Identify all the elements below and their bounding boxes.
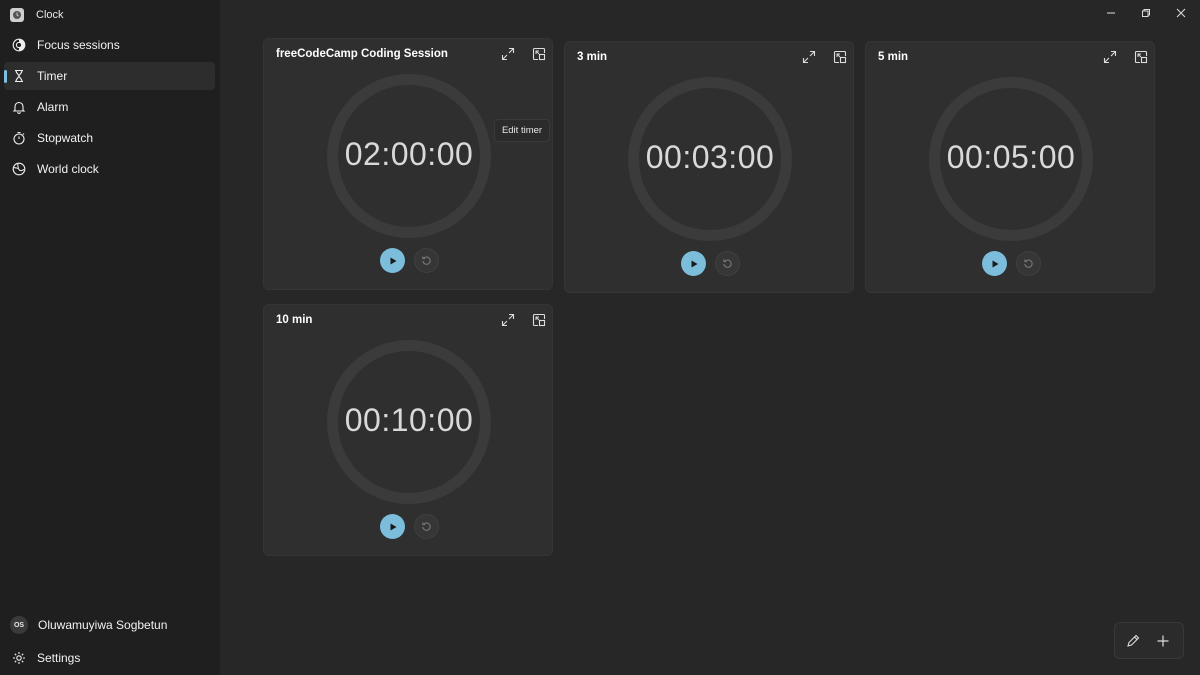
settings-button[interactable]: Settings bbox=[4, 644, 215, 672]
play-button[interactable] bbox=[982, 251, 1007, 276]
sidebar-item-alarm[interactable]: Alarm bbox=[4, 93, 215, 121]
keep-on-top-button[interactable] bbox=[1132, 48, 1150, 66]
picture-in-picture-icon bbox=[1134, 50, 1148, 64]
timer-card[interactable]: 3 min 00:03:00 bbox=[564, 41, 854, 293]
close-button[interactable] bbox=[1164, 0, 1198, 26]
edit-timer-tooltip: Edit timer bbox=[494, 119, 550, 142]
timer-time: 00:05:00 bbox=[946, 139, 1076, 175]
sidebar: Clock Focus sessions Timer Alarm Stopwat… bbox=[0, 0, 220, 675]
minimize-icon bbox=[1107, 12, 1115, 14]
picture-in-picture-icon bbox=[532, 313, 546, 327]
sidebar-item-stopwatch[interactable]: Stopwatch bbox=[4, 124, 215, 152]
avatar: OS bbox=[10, 616, 28, 634]
play-icon bbox=[390, 523, 396, 530]
reset-icon bbox=[1024, 259, 1033, 268]
expand-button[interactable] bbox=[499, 45, 517, 63]
timer-card[interactable]: 10 min 00:10:00 bbox=[263, 304, 553, 556]
reset-icon bbox=[422, 522, 431, 531]
sidebar-item-label: Timer bbox=[37, 69, 68, 83]
reset-button[interactable] bbox=[414, 514, 439, 539]
picture-in-picture-icon bbox=[833, 50, 847, 64]
play-button[interactable] bbox=[380, 514, 405, 539]
sidebar-item-label: World clock bbox=[37, 162, 99, 176]
plus-icon bbox=[1157, 635, 1169, 647]
gear-icon bbox=[13, 652, 25, 664]
active-indicator bbox=[4, 70, 7, 83]
edit-timers-button[interactable] bbox=[1124, 632, 1142, 650]
pencil-icon bbox=[1127, 634, 1140, 647]
expand-button[interactable] bbox=[499, 311, 517, 329]
stopwatch-icon bbox=[13, 131, 25, 145]
play-icon bbox=[992, 260, 998, 267]
timer-actions-bar bbox=[1114, 622, 1184, 659]
reset-icon bbox=[422, 256, 431, 265]
sidebar-item-focus-sessions[interactable]: Focus sessions bbox=[4, 31, 215, 59]
keep-on-top-button[interactable] bbox=[831, 48, 849, 66]
restore-button[interactable] bbox=[1129, 0, 1163, 26]
hourglass-icon bbox=[15, 69, 23, 83]
settings-label: Settings bbox=[37, 651, 81, 665]
timer-card[interactable]: 5 min 00:05:00 bbox=[865, 41, 1155, 293]
play-icon bbox=[390, 257, 396, 264]
clock-app-icon bbox=[10, 8, 24, 22]
restore-icon bbox=[1142, 9, 1150, 17]
keep-on-top-button[interactable] bbox=[530, 45, 548, 63]
expand-icon bbox=[501, 313, 515, 327]
timer-time: 00:03:00 bbox=[645, 139, 775, 175]
expand-button[interactable] bbox=[800, 48, 818, 66]
sidebar-item-timer[interactable]: Timer bbox=[4, 62, 215, 90]
bell-icon bbox=[12, 101, 26, 114]
play-icon bbox=[691, 260, 697, 267]
play-button[interactable] bbox=[380, 248, 405, 273]
picture-in-picture-icon bbox=[532, 47, 546, 61]
sidebar-item-label: Stopwatch bbox=[37, 131, 94, 145]
user-account[interactable]: OS Oluwamuyiwa Sogbetun bbox=[10, 615, 167, 635]
expand-icon bbox=[802, 50, 816, 64]
reset-button[interactable] bbox=[1016, 251, 1041, 276]
timer-title: freeCodeCamp Coding Session bbox=[276, 48, 448, 60]
sidebar-item-label: Alarm bbox=[37, 100, 69, 114]
minimize-button[interactable] bbox=[1094, 0, 1128, 26]
app-title: Clock bbox=[36, 9, 64, 21]
sidebar-item-label: Focus sessions bbox=[37, 38, 120, 52]
close-icon bbox=[1176, 8, 1186, 18]
timer-time: 00:10:00 bbox=[344, 402, 474, 438]
user-name: Oluwamuyiwa Sogbetun bbox=[38, 618, 168, 632]
expand-icon bbox=[501, 47, 515, 61]
globe-icon bbox=[12, 162, 26, 176]
keep-on-top-button[interactable] bbox=[530, 311, 548, 329]
reset-icon bbox=[723, 259, 732, 268]
app-title-bar: Clock bbox=[10, 6, 64, 24]
play-button[interactable] bbox=[681, 251, 706, 276]
expand-icon bbox=[1103, 50, 1117, 64]
timer-title: 10 min bbox=[276, 314, 313, 326]
focus-icon bbox=[12, 38, 26, 52]
sidebar-item-world-clock[interactable]: World clock bbox=[4, 155, 215, 183]
reset-button[interactable] bbox=[715, 251, 740, 276]
add-timer-button[interactable] bbox=[1154, 632, 1172, 650]
timer-title: 5 min bbox=[878, 51, 909, 63]
expand-button[interactable] bbox=[1101, 48, 1119, 66]
reset-button[interactable] bbox=[414, 248, 439, 273]
timer-card[interactable]: freeCodeCamp Coding Session 02:00:00 bbox=[263, 38, 553, 290]
timer-title: 3 min bbox=[577, 51, 608, 63]
